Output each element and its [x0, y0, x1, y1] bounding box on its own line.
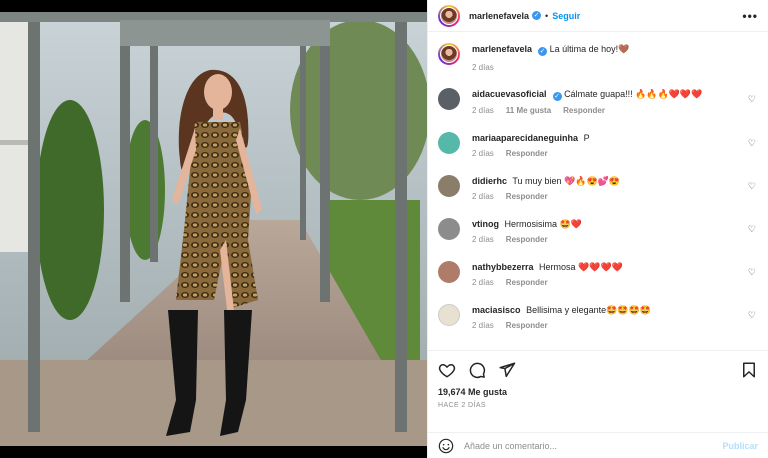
comment-item: nathybbezerra Hermosa ❤️❤️❤️❤️ 2 días Re… [438, 261, 758, 287]
comment-item: maciasisco Bellisima y elegante🤩🤩🤩🤩 2 dí… [438, 304, 758, 330]
comment-like-heart-icon[interactable]: ♡ [748, 94, 756, 105]
comment-time[interactable]: 2 días [472, 321, 494, 330]
comment-like-heart-icon[interactable]: ♡ [748, 224, 756, 235]
comment-item: didierhc Tu muy bien 💖🔥😍💕😍 2 días Respon… [438, 175, 758, 201]
post-photo-illustration [0, 0, 427, 458]
likes-count[interactable]: 19,674 Me gusta [438, 387, 758, 397]
verified-badge-icon: ✓ [538, 47, 548, 56]
comment-bubble-icon[interactable] [468, 361, 486, 379]
comment-like-heart-icon[interactable]: ♡ [748, 310, 756, 321]
comment-text: Cálmate guapa!!! 🔥🔥🔥❤️❤️❤️ [564, 89, 703, 99]
commenter-avatar[interactable] [438, 175, 460, 197]
comment-text: Hermosa ❤️❤️❤️❤️ [539, 262, 623, 272]
commenter-avatar[interactable] [438, 261, 460, 283]
verified-badge-icon: ✓ [552, 92, 562, 101]
heart-outline-icon[interactable] [438, 361, 456, 379]
caption-avatar[interactable] [438, 43, 460, 65]
caption-username[interactable]: marlenefavela [472, 44, 532, 54]
publish-button[interactable]: Publicar [722, 441, 758, 451]
commenter-username[interactable]: didierhc [472, 176, 507, 186]
verified-badge-icon: ✓ [532, 11, 542, 20]
instagram-post-view: marlenefavela ✓ • Seguir ••• marlenefave… [0, 0, 768, 458]
reply-button[interactable]: Responder [506, 149, 548, 158]
caption: marlenefavela ✓ La última de hoy!🤎 2 días [438, 43, 758, 72]
commenter-username[interactable]: vtinog [472, 219, 499, 229]
reply-button[interactable]: Responder [506, 321, 548, 330]
add-comment-bar: Publicar [428, 432, 768, 458]
reply-button[interactable]: Responder [506, 192, 548, 201]
comment-text: Tu muy bien 💖🔥😍💕😍 [512, 176, 621, 186]
comment-item: aidacuevasoficial ✓ Cálmate guapa!!! 🔥🔥🔥❤… [438, 88, 758, 115]
reply-button[interactable]: Responder [506, 278, 548, 287]
smiley-icon[interactable] [438, 438, 454, 454]
commenter-avatar[interactable] [438, 304, 460, 326]
post-details-panel: marlenefavela ✓ • Seguir ••• marlenefave… [427, 0, 768, 458]
commenter-username[interactable]: maciasisco [472, 305, 521, 315]
comment-like-heart-icon[interactable]: ♡ [748, 267, 756, 278]
comment-like-heart-icon[interactable]: ♡ [748, 181, 756, 192]
comment-text: Bellisima y elegante🤩🤩🤩🤩 [526, 305, 651, 315]
comment-time[interactable]: 2 días [472, 106, 494, 115]
reply-button[interactable]: Responder [506, 235, 548, 244]
comment-time[interactable]: 2 días [472, 192, 494, 201]
caption-text: La última de hoy!🤎 [549, 44, 630, 54]
action-icons-row [438, 359, 758, 381]
post-photo[interactable] [0, 0, 427, 458]
comment-likes[interactable]: 11 Me gusta [506, 106, 551, 115]
comment-time[interactable]: 2 días [472, 278, 494, 287]
follow-button[interactable]: Seguir [552, 11, 580, 21]
caption-time[interactable]: 2 días [472, 63, 494, 72]
commenter-avatar[interactable] [438, 218, 460, 240]
author-avatar[interactable] [438, 4, 460, 27]
more-options-icon[interactable]: ••• [742, 9, 758, 23]
post-actions: 19,674 Me gusta HACE 2 DÍAS [428, 350, 768, 432]
comment-time[interactable]: 2 días [472, 149, 494, 158]
post-date[interactable]: HACE 2 DÍAS [438, 402, 758, 409]
paper-plane-icon[interactable] [498, 361, 516, 379]
post-header: marlenefavela ✓ • Seguir ••• [428, 0, 768, 32]
comment-item: vtinog Hermosisima 🤩❤️ 2 días Responder … [438, 218, 758, 244]
commenter-username[interactable]: aidacuevasoficial [472, 89, 547, 99]
bookmark-icon[interactable] [740, 361, 758, 379]
commenter-username[interactable]: mariaaparecidaneguinha [472, 133, 578, 143]
comment-time[interactable]: 2 días [472, 235, 494, 244]
separator-dot: • [545, 10, 549, 21]
commenter-avatar[interactable] [438, 88, 460, 110]
commenter-username[interactable]: nathybbezerra [472, 262, 534, 272]
comment-input[interactable] [464, 440, 723, 451]
comment-item: mariaaparecidaneguinha P 2 días Responde… [438, 132, 758, 158]
author-username[interactable]: marlenefavela [469, 11, 529, 21]
reply-button[interactable]: Responder [563, 106, 605, 115]
comment-text: Hermosisima 🤩❤️ [504, 219, 582, 229]
comments-list[interactable]: marlenefavela ✓ La última de hoy!🤎 2 días… [428, 33, 768, 350]
commenter-avatar[interactable] [438, 132, 460, 154]
comment-like-heart-icon[interactable]: ♡ [748, 138, 756, 149]
comment-text: P [583, 133, 590, 143]
